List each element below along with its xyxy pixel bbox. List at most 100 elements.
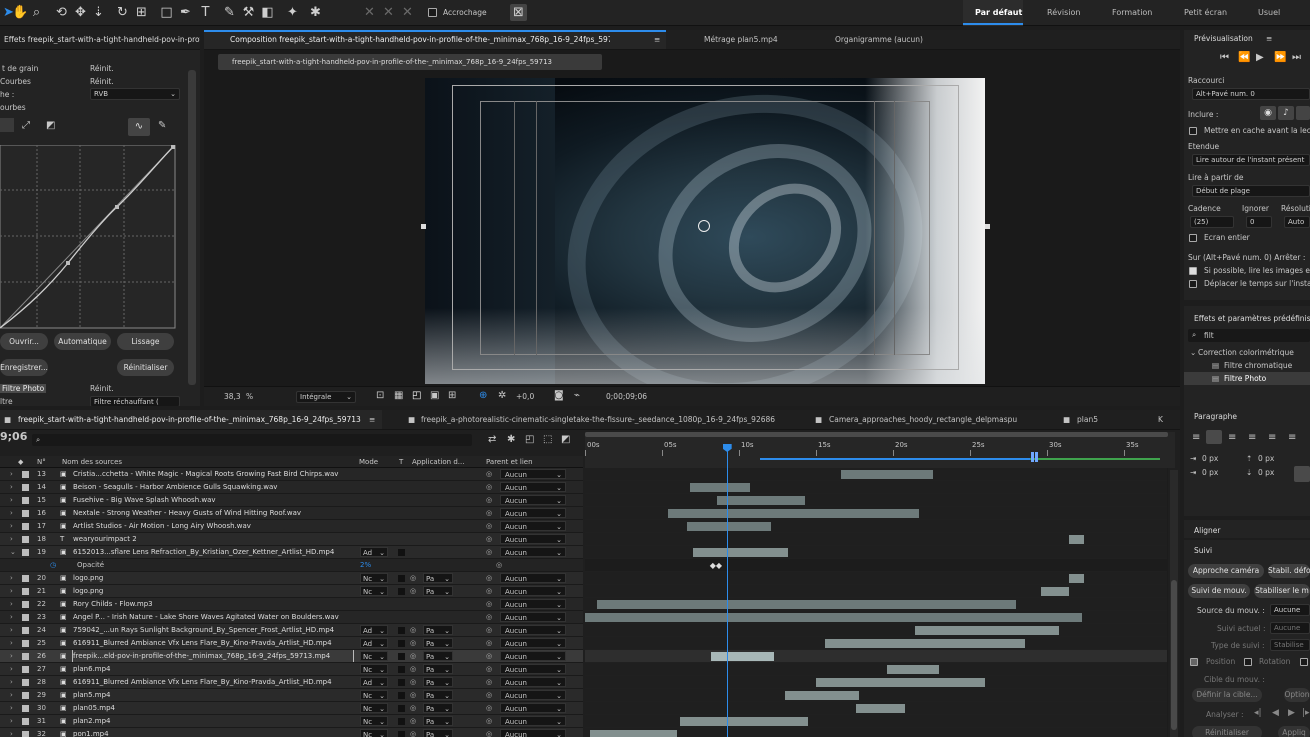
layer-row[interactable]: › 27 ▣ plan6.mp4 Nc ⌄ ◎ Pa ⌄ ◎ Aucun ⌄ bbox=[0, 663, 583, 676]
layer-name[interactable]: plan2.mp4 bbox=[73, 715, 353, 727]
layer-name[interactable]: Artlist Studios - Air Motion - Long Airy… bbox=[73, 520, 353, 532]
layer-duration-bar[interactable] bbox=[914, 626, 1060, 635]
layer-row[interactable]: › 30 ▣ plan05.mp4 Nc ⌄ ◎ Pa ⌄ ◎ Aucun ⌄ bbox=[0, 702, 583, 715]
guides-icon[interactable]: ▣ bbox=[430, 390, 439, 401]
track-motion-button[interactable]: Suivi de mouv. bbox=[1188, 584, 1250, 598]
parent-pickwhip-icon[interactable]: ◎ bbox=[486, 637, 492, 649]
timeline-tab-2[interactable]: freepik_a-photorealistic-cinematic-singl… bbox=[421, 415, 776, 424]
layer-row[interactable]: › 15 ▣ Fusehive - Big Wave Splash Whoosh.wa… bbox=[0, 494, 583, 507]
parent-dropdown[interactable]: Aucun ⌄ bbox=[500, 482, 566, 492]
preserve-transparency-checkbox[interactable] bbox=[398, 666, 405, 673]
track-matte-dropdown[interactable]: Pa ⌄ bbox=[423, 703, 453, 713]
parent-pickwhip-icon[interactable]: ◎ bbox=[486, 663, 492, 675]
shortcut-dropdown[interactable]: Alt+Pavé num. 0 bbox=[1192, 88, 1310, 100]
include-overlays-icon[interactable] bbox=[1296, 106, 1310, 120]
twirl-arrow-icon[interactable]: › bbox=[10, 637, 13, 649]
tracker-apply-button[interactable]: Appliq bbox=[1278, 726, 1310, 737]
col-trackmatte[interactable]: Application d... bbox=[412, 458, 464, 466]
include-audio-icon[interactable]: ♪ bbox=[1278, 106, 1294, 120]
options-button[interactable]: Option bbox=[1284, 688, 1310, 702]
tab-menu-icon[interactable]: ≡ bbox=[654, 35, 660, 44]
exposure-value[interactable]: +0,0 bbox=[516, 392, 534, 401]
layer-name[interactable]: Nextale - Strong Weather - Heavy Gusts o… bbox=[73, 507, 353, 519]
preserve-transparency-checkbox[interactable] bbox=[398, 575, 405, 582]
workspace-standard[interactable]: Usuel bbox=[1258, 8, 1280, 17]
twirl-arrow-icon[interactable]: › bbox=[10, 533, 13, 545]
parent-dropdown[interactable]: Aucun ⌄ bbox=[500, 651, 566, 661]
frame-blending-icon[interactable]: ⬚ bbox=[543, 434, 552, 445]
twirl-arrow-icon[interactable]: › bbox=[10, 728, 13, 737]
tab-flowchart[interactable]: Organigramme (aucun) bbox=[835, 35, 923, 44]
twirl-arrow-icon[interactable]: › bbox=[10, 520, 13, 532]
preserve-transparency-checkbox[interactable] bbox=[398, 718, 405, 725]
layer-name[interactable]: 759042_...un Rays Sunlight Background_By… bbox=[73, 624, 353, 636]
warp-stabilizer-button[interactable]: Stabil. défo bbox=[1268, 564, 1310, 578]
layer-duration-bar[interactable] bbox=[668, 509, 920, 518]
label-color-swatch[interactable] bbox=[22, 653, 29, 660]
track-matte-dropdown[interactable]: Pa ⌄ bbox=[423, 677, 453, 687]
layer-row[interactable]: › 16 ▣ Nextale - Strong Weather - Heavy Gus… bbox=[0, 507, 583, 520]
marker-1[interactable] bbox=[1031, 452, 1034, 462]
twirl-arrow-icon[interactable]: › bbox=[10, 598, 13, 610]
pencil-mode-icon[interactable]: ✎ bbox=[158, 120, 166, 131]
track-matte-dropdown[interactable]: Pa ⌄ bbox=[423, 729, 453, 737]
label-color-swatch[interactable] bbox=[22, 705, 29, 712]
blend-mode-dropdown[interactable]: Ad ⌄ bbox=[360, 625, 388, 635]
snap-checkbox[interactable] bbox=[428, 8, 437, 17]
preserve-transparency-checkbox[interactable] bbox=[398, 653, 405, 660]
twirl-arrow-icon[interactable]: › bbox=[10, 715, 13, 727]
resolution-dropdown[interactable]: Intégrale ⌄ bbox=[296, 391, 356, 403]
layer-name[interactable]: pon1.mp4 bbox=[73, 728, 353, 737]
hand-tool-icon[interactable]: ✋ bbox=[12, 4, 29, 21]
layer-name[interactable]: Rory Childs - Flow.mp3 bbox=[73, 598, 353, 610]
photo-filter-reset-link[interactable]: Réinit. bbox=[90, 384, 114, 393]
twirl-arrow-icon[interactable]: › bbox=[10, 507, 13, 519]
scale-checkbox[interactable] bbox=[1300, 658, 1308, 666]
play-icon[interactable]: ▶ bbox=[1256, 52, 1264, 63]
layer-name[interactable]: 616911_Blurred Ambiance Vfx Lens Flare_B… bbox=[73, 676, 353, 688]
layer-name[interactable]: freepik...eld-pov-in-profile-of-the-_min… bbox=[72, 650, 354, 662]
skip-dropdown[interactable]: 0 bbox=[1246, 216, 1272, 228]
parent-pickwhip-icon[interactable]: ◎ bbox=[486, 611, 492, 623]
preserve-transparency-checkbox[interactable] bbox=[398, 679, 405, 686]
align-left-icon[interactable]: ≡ bbox=[1192, 432, 1200, 443]
layer-name[interactable]: Angel P... - Irish Nature - Lake Shore W… bbox=[73, 611, 353, 623]
track-type-dropdown[interactable]: Stabilise bbox=[1270, 639, 1310, 651]
layer-handle-left[interactable] bbox=[421, 224, 426, 229]
space-before-value[interactable]: 0 px bbox=[1258, 454, 1274, 463]
label-color-swatch[interactable] bbox=[22, 627, 29, 634]
dolly-camera-icon[interactable]: ⇣ bbox=[90, 4, 107, 21]
analyze-forward-frame-icon[interactable]: |▸ bbox=[1302, 708, 1310, 718]
layer-row[interactable]: › 13 ▣ Cristia...cchetta - White Magic - Ma… bbox=[0, 468, 583, 481]
rotation-tool-icon[interactable]: ↻ bbox=[114, 4, 131, 21]
shy-layers-icon[interactable]: ◰ bbox=[525, 434, 534, 445]
pen-tool-icon[interactable]: ✒ bbox=[177, 4, 194, 21]
position-checkbox[interactable] bbox=[1190, 658, 1198, 666]
parent-pickwhip-icon[interactable]: ◎ bbox=[486, 702, 492, 714]
rectangle-tool-icon[interactable]: □ bbox=[158, 4, 175, 21]
timeline-timecode[interactable]: 9;06 bbox=[0, 430, 27, 443]
color-management-icon[interactable]: ⊕ bbox=[479, 390, 487, 401]
workspace-small-screen[interactable]: Petit écran bbox=[1184, 8, 1227, 17]
tracker-reset-button[interactable]: Réinitialiser bbox=[1192, 726, 1262, 737]
parent-dropdown[interactable]: Aucun ⌄ bbox=[500, 469, 566, 479]
parent-dropdown[interactable]: Aucun ⌄ bbox=[500, 703, 566, 713]
analyze-back-icon[interactable]: ◀ bbox=[1272, 708, 1279, 718]
blend-mode-dropdown[interactable]: Ad ⌄ bbox=[360, 547, 388, 557]
layer-name[interactable]: logo.png bbox=[73, 572, 353, 584]
justify-right-icon[interactable]: ≡ bbox=[1288, 432, 1296, 443]
zoom-tool-icon[interactable]: ⌕ bbox=[28, 4, 45, 21]
parent-pickwhip-icon[interactable]: ◎ bbox=[486, 676, 492, 688]
next-frame-icon[interactable]: ⏩ bbox=[1274, 52, 1286, 63]
label-color-swatch[interactable] bbox=[22, 614, 29, 621]
preserve-transparency-checkbox[interactable] bbox=[398, 588, 405, 595]
label-color-swatch[interactable] bbox=[22, 692, 29, 699]
clone-stamp-tool-icon[interactable]: ⚒ bbox=[240, 4, 257, 21]
twirl-arrow-icon[interactable]: › bbox=[10, 689, 13, 701]
parent-dropdown[interactable]: Aucun ⌄ bbox=[500, 586, 566, 596]
blend-mode-dropdown[interactable]: Nc ⌄ bbox=[360, 729, 388, 737]
label-color-swatch[interactable] bbox=[22, 497, 29, 504]
layer-name[interactable]: plan6.mp4 bbox=[73, 663, 353, 675]
track-matte-dropdown[interactable]: Pa ⌄ bbox=[423, 664, 453, 674]
track-matte-dropdown[interactable]: Pa ⌄ bbox=[423, 586, 453, 596]
